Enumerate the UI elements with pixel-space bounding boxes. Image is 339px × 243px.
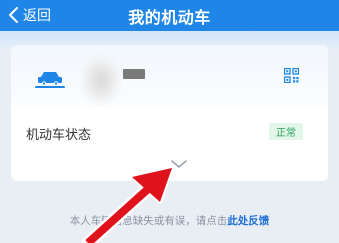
car-icon <box>35 72 65 88</box>
license-plate-redaction <box>123 69 145 79</box>
feedback-text: 本人车辆信息缺失或有误，请点击 <box>69 215 228 227</box>
page-title: 我的机动车 <box>128 8 211 27</box>
feedback-notice: 本人车辆信息缺失或有误，请点击此处反馈 <box>0 213 339 228</box>
vehicle-status-label: 机动车状态 <box>26 128 92 143</box>
feedback-link[interactable]: 此处反馈 <box>227 215 269 227</box>
qr-code-icon[interactable] <box>284 68 299 83</box>
top-bar: 返回 我的机动车 <box>0 0 339 31</box>
vehicle-card: 机动车状态 正常 <box>11 45 328 181</box>
vehicle-plate-area <box>11 45 328 107</box>
license-plate-blurred <box>81 55 121 105</box>
status-badge: 正常 <box>269 123 303 140</box>
chevron-down-icon[interactable] <box>169 157 189 171</box>
